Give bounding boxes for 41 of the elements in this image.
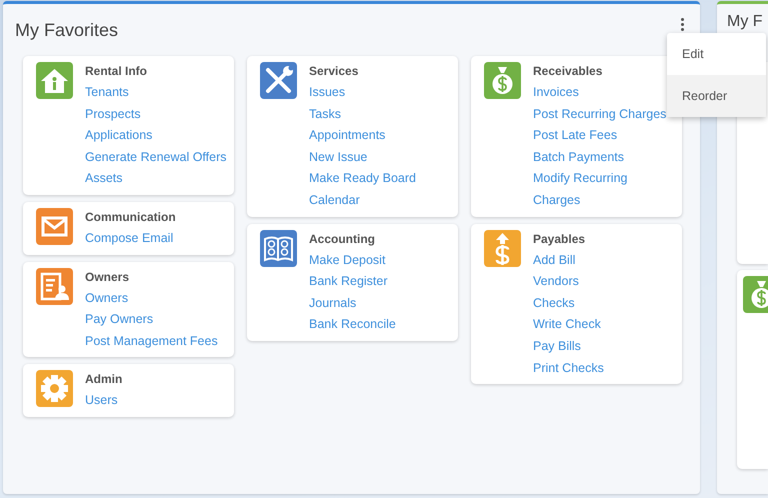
favorite-link[interactable]: Bank Reconcile — [309, 314, 396, 336]
favorite-link[interactable]: Issues — [309, 82, 416, 104]
favorite-link[interactable]: Generate Renewal Offers — [85, 146, 227, 168]
panel-title: My F — [727, 13, 763, 31]
favorite-link[interactable]: Calendar — [309, 190, 416, 212]
card-title: Admin — [85, 371, 122, 388]
favorite-link[interactable]: Checks — [533, 292, 604, 314]
favorite-link[interactable]: Pay Bills — [533, 336, 604, 358]
favorite-link[interactable]: Vendors — [533, 271, 604, 293]
favorite-link[interactable]: Applications — [85, 125, 227, 147]
favorite-link[interactable]: New Issue — [309, 146, 416, 168]
favorite-link[interactable]: Prospects — [85, 104, 227, 126]
favorite-link[interactable]: Users — [85, 390, 122, 412]
card-title: Receivables — [533, 63, 604, 80]
menu-item[interactable]: Edit — [667, 33, 766, 75]
menu-item[interactable]: Reorder — [667, 75, 766, 117]
favorite-link[interactable]: Batch Payments — [533, 146, 676, 168]
favorite-link[interactable]: Post Late Fees — [533, 125, 676, 147]
card-title: Rental Info — [85, 63, 148, 80]
card-title: Accounting — [309, 230, 376, 248]
favorite-link[interactable]: Modify Recurring Charges — [533, 168, 676, 212]
favorite-link[interactable]: Tasks — [309, 104, 416, 126]
favorite-link[interactable]: Assets — [85, 168, 227, 190]
favorite-link[interactable]: Bank Register — [309, 271, 396, 293]
favorite-link[interactable]: Journals — [309, 292, 396, 314]
favorite-link[interactable]: Appointments — [309, 125, 416, 147]
favorite-link[interactable]: Post Management Fees — [85, 330, 218, 352]
favorite-link[interactable]: Compose Email — [85, 228, 176, 250]
favorite-link[interactable]: Make Deposit — [309, 250, 396, 272]
card-title: Communication — [85, 208, 176, 226]
favorite-link[interactable]: Owners — [85, 288, 218, 310]
favorite-link[interactable]: Write Check — [533, 314, 604, 336]
favorite-link[interactable]: Print Checks — [533, 358, 604, 380]
card-title: Services — [309, 63, 360, 80]
favorite-link[interactable]: Pay Owners — [85, 309, 218, 331]
favorite-link[interactable]: Add Bill — [533, 250, 604, 272]
favorite-link[interactable]: Tenants — [85, 82, 227, 104]
favorite-link[interactable]: Make Ready Board — [309, 168, 416, 190]
card-title: Owners — [85, 268, 130, 286]
card-title: Payables — [533, 230, 586, 248]
panel-title: My Favorites — [15, 20, 118, 40]
